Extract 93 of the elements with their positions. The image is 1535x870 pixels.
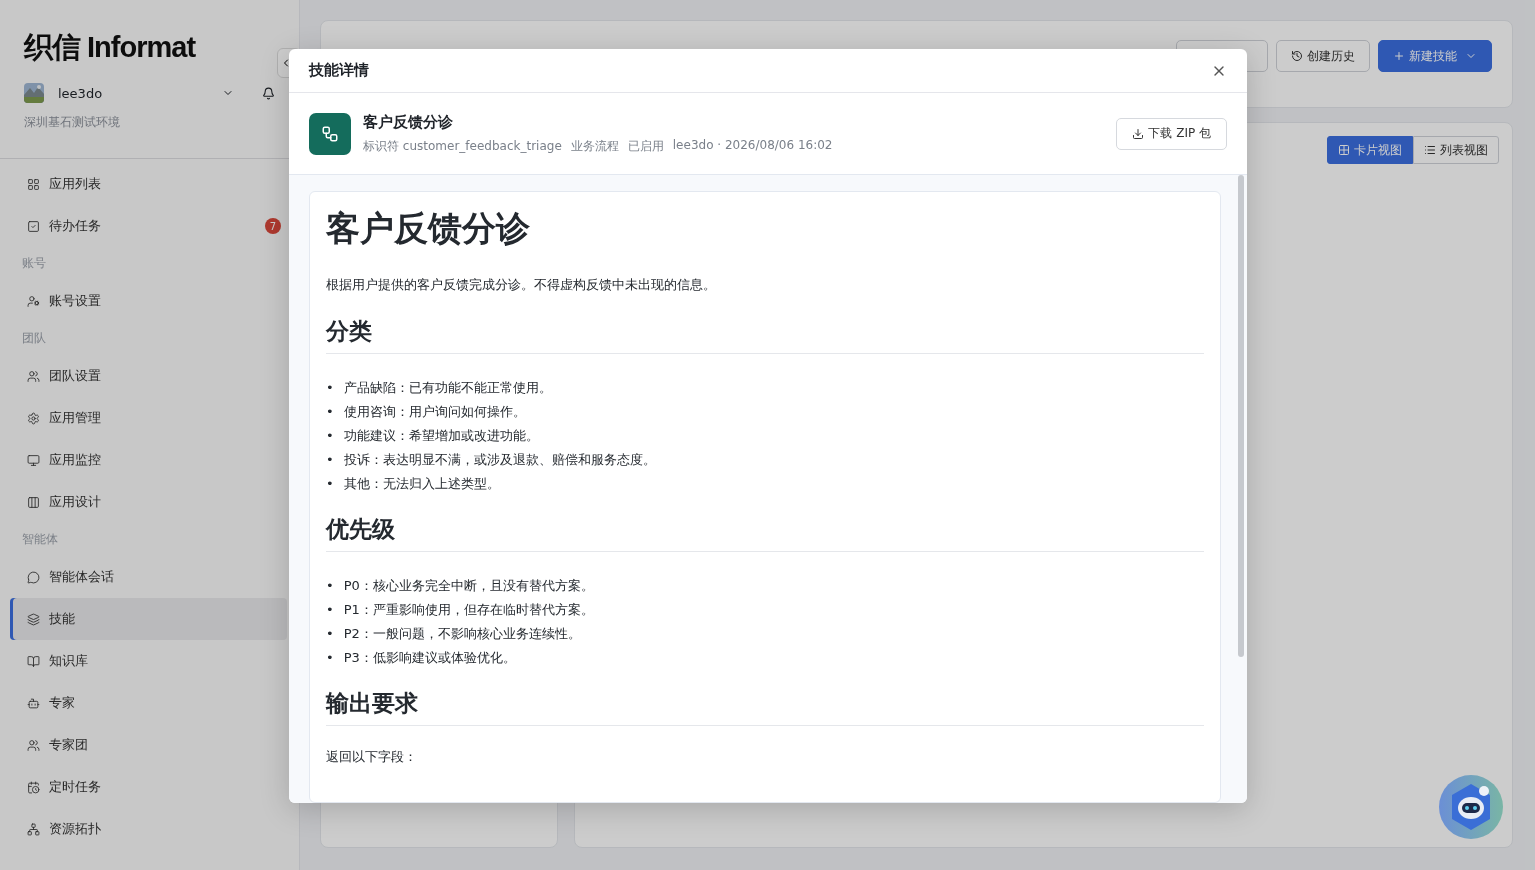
nav-label: 应用列表: [49, 175, 101, 193]
download-icon: [1132, 127, 1145, 140]
assistant-bot-icon[interactable]: [1438, 774, 1504, 840]
list-item: 产品缺陷：已有功能不能正常使用。: [343, 379, 552, 397]
paragraph: 返回以下字段：: [326, 748, 418, 766]
plus-icon: [1393, 50, 1405, 62]
list-item: P0：核心业务完全中断，且没有替代方案。: [343, 577, 594, 595]
list-icon: [1424, 144, 1436, 156]
paragraph: 根据用户提供的客户反馈完成分诊。不得虚构反馈中未出现的信息。: [326, 276, 717, 294]
list-item: 使用咨询：用户询问如何操作。: [343, 403, 526, 421]
nav-label: 账号设置: [49, 292, 101, 310]
nav-label: 资源拓扑: [49, 820, 101, 838]
nav-icon: [27, 696, 40, 710]
nav-label: 知识库: [49, 652, 88, 670]
nav-section-label: 团队: [21, 330, 47, 347]
skill-meta: 业务流程: [570, 137, 619, 155]
nav-item[interactable]: 智能体会话: [10, 556, 287, 598]
list-item: P1：严重影响使用，但存在临时替代方案。: [343, 601, 594, 619]
nav-label: 团队设置: [49, 367, 101, 385]
nav-icon: [27, 411, 40, 425]
scrollbar[interactable]: [1238, 175, 1244, 657]
nav-label: 应用监控: [49, 451, 101, 469]
nav-section-label: 智能体: [21, 531, 59, 548]
nav-icon: [27, 570, 40, 584]
nav-label: 智能体会话: [49, 568, 114, 586]
skill-meta: 标识符 customer_feedback_triage: [363, 137, 562, 155]
nav-icon: [27, 369, 40, 383]
nav-item[interactable]: 应用列表: [10, 163, 287, 205]
bullet: •: [326, 577, 334, 595]
bullet: •: [326, 649, 334, 667]
nav-icon: [27, 177, 40, 191]
nav-item[interactable]: 定时任务: [10, 766, 287, 808]
skill-meta: 已启用: [627, 137, 664, 155]
skill-name: 客户反馈分诊: [363, 112, 454, 132]
nav-item[interactable]: 知识库: [10, 640, 287, 682]
bullet: •: [326, 403, 334, 421]
grid-icon: [1338, 144, 1350, 156]
nav-icon: [27, 219, 40, 233]
nav-icon: [27, 453, 40, 467]
nav-label: 定时任务: [49, 778, 101, 796]
nav-label: 技能: [49, 610, 75, 628]
dialog-title: 技能详情: [309, 61, 369, 80]
organization-name: 深圳基石测试环境: [23, 114, 121, 131]
nav-label: 应用设计: [49, 493, 101, 511]
count-badge: 7: [265, 218, 281, 234]
nav-icon: [27, 294, 40, 308]
list-item: 功能建议：希望增加或改进功能。: [343, 427, 539, 445]
new-skill-button[interactable]: 新建技能: [1378, 40, 1492, 72]
section-heading: 优先级: [326, 514, 1204, 552]
nav-label: 应用管理: [49, 409, 101, 427]
document-heading: 客户反馈分诊: [326, 207, 531, 250]
nav-item[interactable]: 账号设置: [10, 280, 287, 322]
nav-item[interactable]: 资源拓扑: [10, 808, 287, 850]
nav-label: 专家: [49, 694, 75, 712]
view-tab[interactable]: 列表视图: [1413, 136, 1499, 164]
nav-icon: [27, 495, 40, 509]
nav-section-label: 账号: [21, 255, 47, 272]
nav-label: 待办任务: [49, 217, 101, 235]
nav-item[interactable]: 技能: [10, 598, 287, 640]
bullet: •: [326, 427, 334, 445]
nav-icon: [27, 738, 40, 752]
list-item: P3：低影响建议或体验优化。: [343, 649, 516, 667]
nav-item[interactable]: 应用设计: [10, 481, 287, 523]
list-item: P2：一般问题，不影响核心业务连续性。: [343, 625, 581, 643]
nav-item[interactable]: 应用管理: [10, 397, 287, 439]
list-item: 其他：无法归入上述类型。: [343, 475, 500, 493]
nav-icon: [27, 612, 40, 626]
user-name: lee3do: [58, 85, 104, 101]
bullet: •: [326, 451, 334, 469]
download-button[interactable]: 下载 ZIP 包: [1116, 117, 1227, 150]
history-icon: [1291, 50, 1303, 62]
skill-meta: lee3do · 2026/08/06 16:02: [672, 137, 833, 154]
nav-item[interactable]: 待办任务 7: [10, 205, 287, 247]
nav-item[interactable]: 专家团: [10, 724, 287, 766]
workflow-icon: [309, 112, 351, 155]
nav-item[interactable]: 专家: [10, 682, 287, 724]
nav-label: 专家团: [49, 736, 88, 754]
bullet: •: [326, 379, 334, 397]
section-heading: 输出要求: [326, 688, 1204, 726]
bullet: •: [326, 625, 334, 643]
section-heading: 分类: [326, 316, 1204, 354]
history-button[interactable]: 创建历史: [1276, 40, 1370, 72]
bullet: •: [326, 601, 334, 619]
logo: 织信 Informat: [22, 30, 197, 65]
nav-item[interactable]: 应用监控: [10, 439, 287, 481]
nav-icon: [27, 822, 40, 836]
nav-icon: [27, 654, 40, 668]
nav-icon: [27, 780, 40, 794]
bell-icon[interactable]: [262, 86, 275, 100]
bullet: •: [326, 475, 334, 493]
list-item: 投诉：表达明显不满，或涉及退款、赔偿和服务态度。: [343, 451, 656, 469]
nav-item[interactable]: 团队设置: [10, 355, 287, 397]
view-tab[interactable]: 卡片视图: [1327, 136, 1413, 164]
